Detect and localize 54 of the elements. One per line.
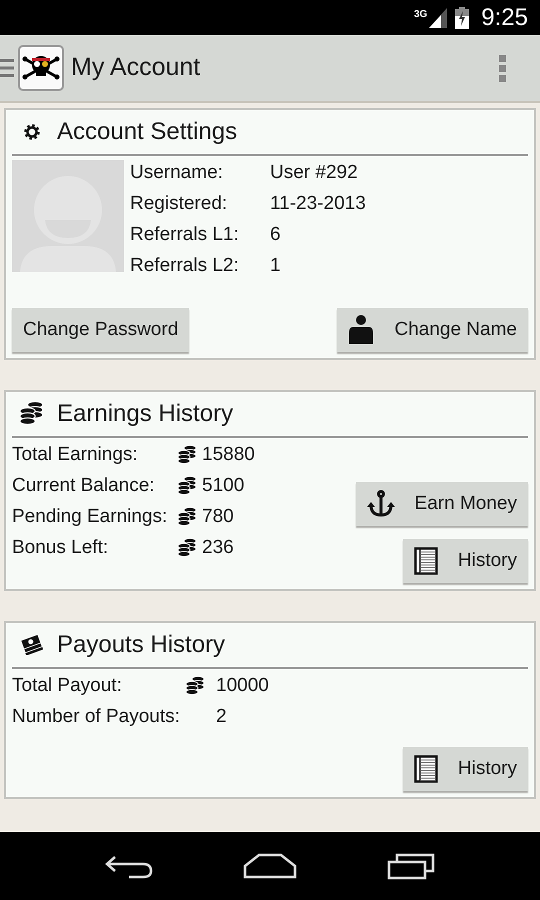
- action-button[interactable]: History: [402, 539, 528, 583]
- battery-icon: [455, 6, 470, 28]
- row-value: 15880: [202, 443, 255, 467]
- skull-logo-icon: [18, 45, 64, 91]
- back-button[interactable]: [105, 853, 153, 879]
- action-button[interactable]: History: [402, 747, 528, 791]
- menu-icon: [0, 57, 14, 79]
- row-value: 780: [202, 505, 235, 529]
- row-label: Number of Payouts:: [12, 705, 181, 729]
- gear-icon: [23, 123, 41, 141]
- coins-icon: [186, 676, 205, 696]
- ledger-icon: [414, 547, 438, 575]
- row-value: 10000: [216, 674, 269, 698]
- recent-apps-icon: [387, 852, 435, 880]
- field-value: User #292: [270, 161, 359, 185]
- field-label: Referrals L1:: [130, 223, 240, 247]
- home-icon: [243, 853, 297, 879]
- clock-time: 9:25: [481, 2, 528, 32]
- coins-icon: [20, 401, 44, 427]
- section-title: Earnings History: [57, 399, 234, 429]
- person-icon: [348, 315, 374, 345]
- row-label: Pending Earnings:: [12, 505, 168, 529]
- row-label: Bonus Left:: [12, 536, 110, 560]
- coins-icon: [178, 538, 197, 558]
- field-value: 6: [270, 223, 282, 247]
- section-title: Payouts History: [57, 630, 226, 660]
- action-button[interactable]: Earn Money: [356, 482, 528, 526]
- back-icon: [105, 853, 153, 879]
- anchor-icon: [366, 490, 395, 518]
- signal-icon: [429, 8, 448, 28]
- row-label: Current Balance:: [12, 474, 156, 498]
- coins-icon: [178, 476, 197, 496]
- coins-icon: [178, 444, 197, 464]
- banknotes-icon: [21, 635, 43, 655]
- home-button[interactable]: [243, 853, 297, 879]
- coins-icon: [178, 506, 197, 526]
- field-value: 11-23-2013: [270, 192, 366, 216]
- action-button[interactable]: Change Password: [12, 308, 190, 352]
- row-value: 5100: [202, 474, 246, 498]
- avatar-placeholder-icon: [12, 160, 124, 272]
- row-label: Total Payout:: [12, 674, 123, 698]
- row-label: Total Earnings:: [12, 443, 139, 467]
- field-label: Username:: [130, 161, 224, 185]
- row-value: 236: [202, 536, 235, 560]
- section-title: Account Settings: [57, 117, 238, 147]
- recent-apps-button[interactable]: [387, 852, 435, 880]
- field-label: Registered:: [130, 192, 228, 216]
- field-label: Referrals L2:: [130, 254, 240, 278]
- action-button[interactable]: Change Name: [337, 308, 528, 352]
- row-value: 2: [216, 705, 228, 729]
- screen-title: My Account: [71, 52, 200, 84]
- field-value: 1: [270, 254, 282, 278]
- network-type: 3G: [414, 10, 428, 20]
- ledger-icon: [414, 755, 438, 783]
